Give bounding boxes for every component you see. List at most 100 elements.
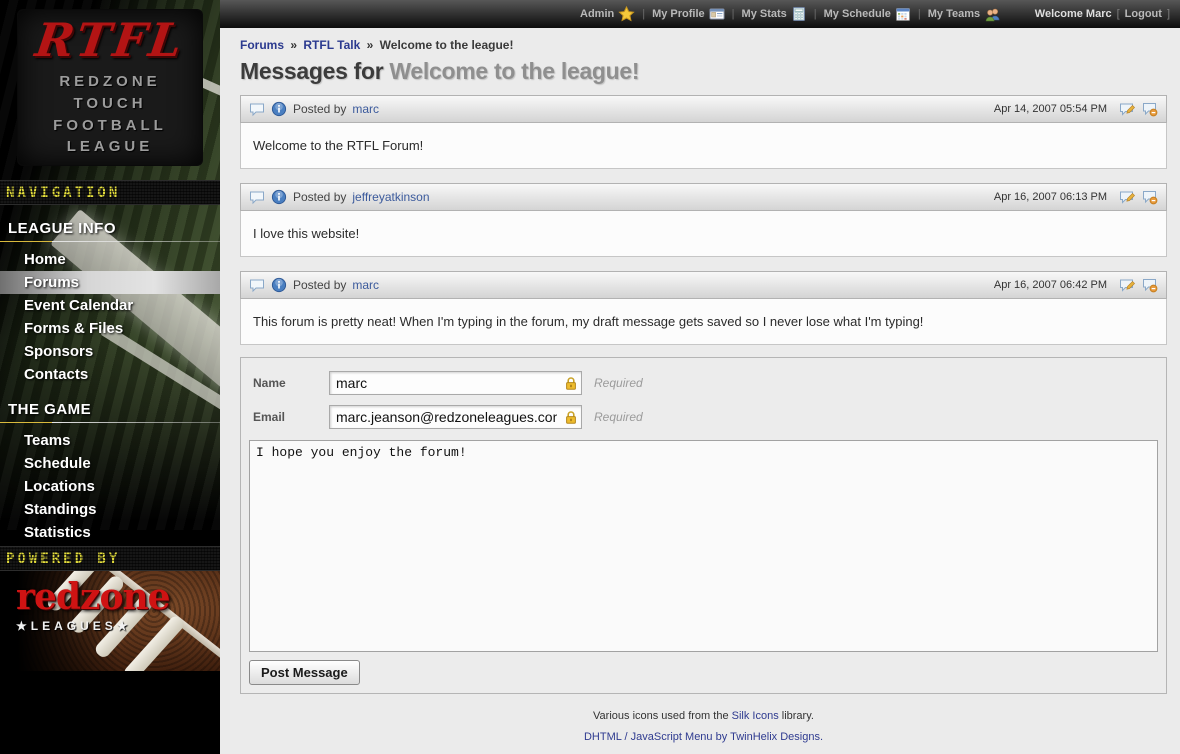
delete-comment-icon[interactable] [1141,277,1158,293]
message-header: Posted by marc Apr 14, 2007 05:54 PM [240,95,1167,123]
sidebar-item-sponsors[interactable]: Sponsors [0,340,220,363]
message-body: Welcome to the RTFL Forum! [240,123,1167,169]
twinhelix-link[interactable]: TwinHelix Designs [730,731,820,743]
delete-comment-icon[interactable] [1141,101,1158,117]
nav-separator: | [642,8,645,20]
logo-line: TOUCH [73,93,146,115]
message-actions [1119,101,1158,117]
nav-admin[interactable]: Admin [580,6,635,22]
welcome-text: Welcome Marc [1035,8,1112,20]
top-nav: Admin | My Profile | My Stats [580,6,1001,22]
bracket: ] [1167,8,1170,20]
posted-by-label: Posted by [293,102,346,116]
nav-admin-label: Admin [580,8,614,20]
name-input-wrap [329,371,582,395]
nav-separator: | [814,8,817,20]
sidebar-item-contacts[interactable]: Contacts [0,363,220,386]
lock-icon [564,410,578,425]
sidebar: RTFL REDZONE TOUCH FOOTBALL LEAGUE NAVIG… [0,0,220,754]
nav-my-profile[interactable]: My Profile [652,6,725,22]
section-divider [0,241,220,242]
footer-credit-menu: DHTML / JavaScript Menu by TwinHelix Des… [240,731,1167,743]
sidebar-item-teams[interactable]: Teams [0,429,220,452]
message-post: Posted by jeffreyatkinson Apr 16, 2007 0… [240,183,1167,257]
navigation-header-label: NAVIGATION [6,185,120,201]
breadcrumb-rtfl-talk-link[interactable]: RTFL Talk [303,38,360,52]
league-logo[interactable]: RTFL REDZONE TOUCH FOOTBALL LEAGUE [18,10,202,165]
top-bar-user-area: Welcome Marc [ Logout ] [1035,8,1170,20]
footer-text: by [713,731,731,743]
email-label: Email [249,410,329,424]
dhtml-menu-link[interactable]: DHTML / JavaScript Menu [584,731,713,743]
nav-my-schedule[interactable]: My Schedule [824,6,911,22]
calendar-icon [895,6,911,22]
post-message-form: Name Required Email [240,357,1167,694]
nav-my-teams[interactable]: My Teams [928,6,1001,22]
logout-link[interactable]: Logout [1125,8,1162,20]
footer-credit-icons: Various icons used from the Silk Icons l… [240,710,1167,722]
comment-icon [249,190,265,205]
comment-icon [249,102,265,117]
breadcrumb-separator: » [287,38,300,52]
footer-text: Various icons used from the [593,710,732,722]
redzone-leagues-text: ★LEAGUES★ [16,619,132,633]
main-panel: Forums » RTFL Talk » Welcome to the leag… [220,28,1180,743]
email-input[interactable] [329,405,582,429]
sidebar-item-statistics[interactable]: Statistics [0,521,220,544]
breadcrumb-current: Welcome to the league! [380,38,514,52]
required-label: Required [594,410,643,424]
bracket: [ [1117,8,1120,20]
page-title-topic: Welcome to the league! [389,58,639,84]
nav-separator: | [732,8,735,20]
calculator-icon [791,6,807,22]
breadcrumb-forums-link[interactable]: Forums [240,38,284,52]
section-title-league-info: LEAGUE INFO [0,218,220,241]
message-post: Posted by marc Apr 16, 2007 06:42 PM Thi… [240,271,1167,345]
author-link[interactable]: marc [352,278,379,292]
sidebar-item-event-calendar[interactable]: Event Calendar [0,294,220,317]
navigation-header-bar: NAVIGATION [0,180,220,205]
redzone-brand-text: redzone [16,579,170,615]
nav-my-stats[interactable]: My Stats [742,6,807,22]
breadcrumb: Forums » RTFL Talk » Welcome to the leag… [240,38,1167,52]
message-body: This forum is pretty neat! When I'm typi… [240,299,1167,345]
nav-my-profile-label: My Profile [652,8,705,20]
sidebar-item-forms-files[interactable]: Forms & Files [0,317,220,340]
info-icon[interactable] [271,101,287,117]
sidebar-item-forums[interactable]: Forums [0,271,220,294]
top-bar: Admin | My Profile | My Stats [220,0,1180,28]
message-date: Apr 16, 2007 06:13 PM [994,191,1107,203]
name-row: Name Required [249,366,1158,400]
edit-comment-icon[interactable] [1119,101,1136,117]
delete-comment-icon[interactable] [1141,189,1158,205]
message-textarea[interactable]: I hope you enjoy the forum! [249,440,1158,652]
edit-comment-icon[interactable] [1119,277,1136,293]
footer-text: library. [779,710,814,722]
post-message-button[interactable]: Post Message [249,660,360,685]
footer: Various icons used from the Silk Icons l… [240,710,1167,743]
info-icon[interactable] [271,277,287,293]
star-icon [618,6,635,22]
message-post: Posted by marc Apr 14, 2007 05:54 PM Wel… [240,95,1167,169]
info-icon[interactable] [271,189,287,205]
sidebar-nav: LEAGUE INFO Home Forums Event Calendar F… [0,205,220,544]
author-link[interactable]: marc [352,102,379,116]
spacer [0,386,220,399]
email-input-wrap [329,405,582,429]
sidebar-item-schedule[interactable]: Schedule [0,452,220,475]
author-link[interactable]: jeffreyatkinson [352,190,429,204]
sidebar-item-standings[interactable]: Standings [0,498,220,521]
message-body: I love this website! [240,211,1167,257]
name-input[interactable] [329,371,582,395]
silk-icons-link[interactable]: Silk Icons [732,710,779,722]
sidebar-item-home[interactable]: Home [0,248,220,271]
page-title-prefix: Messages for [240,58,383,84]
logo-line: FOOTBALL [53,115,167,137]
nav-separator: | [918,8,921,20]
posted-by-label: Posted by [293,190,346,204]
logo-line: REDZONE [59,71,160,93]
sidebar-item-locations[interactable]: Locations [0,475,220,498]
edit-comment-icon[interactable] [1119,189,1136,205]
redzone-leagues-logo[interactable]: redzone ★LEAGUES★ [0,571,220,671]
message-actions [1119,189,1158,205]
